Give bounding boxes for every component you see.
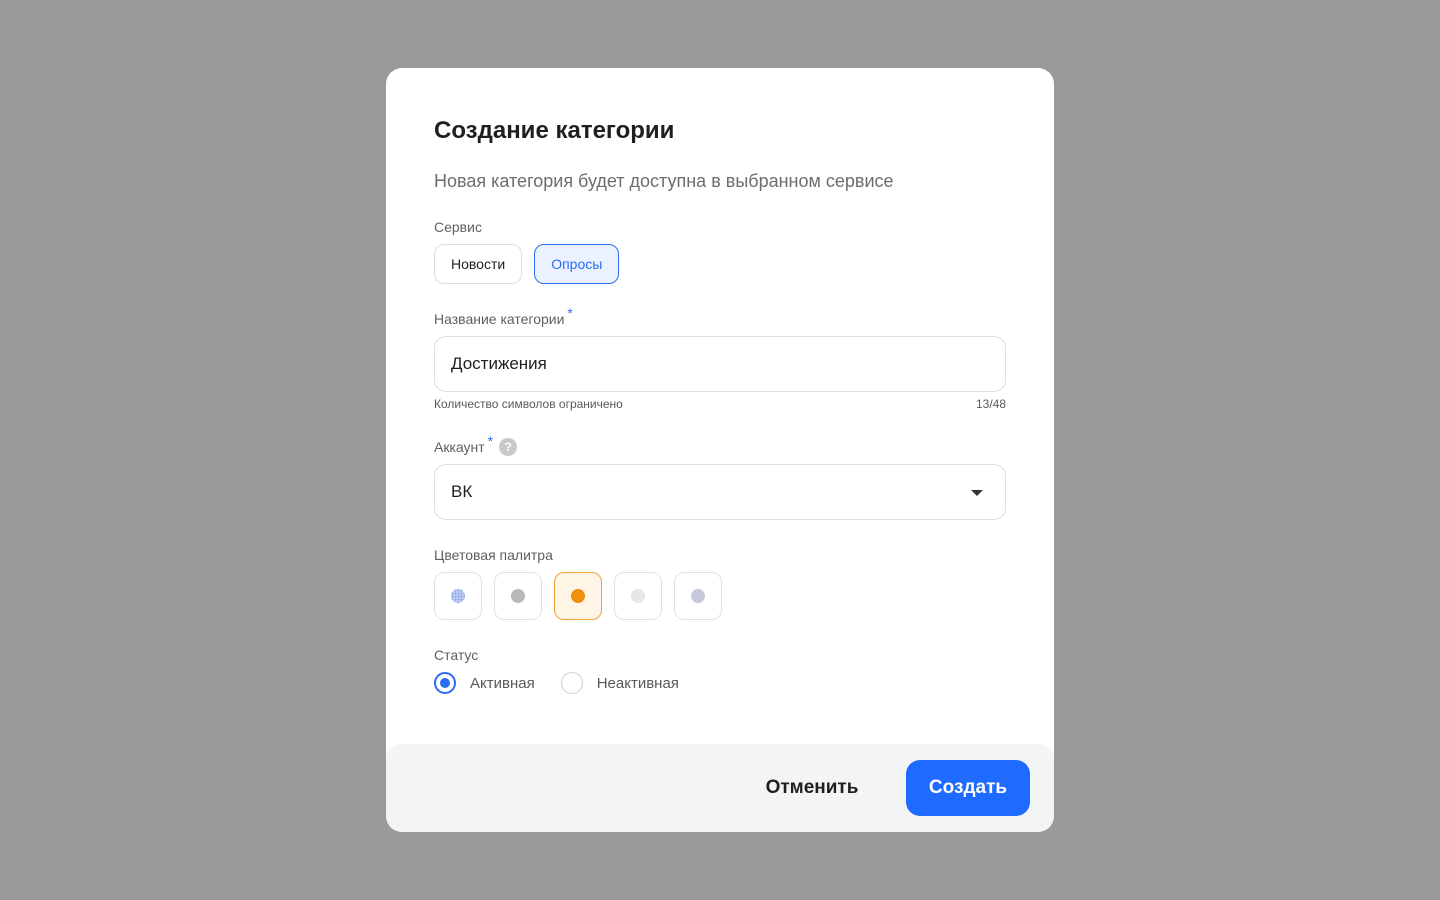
radio-checked-icon — [434, 672, 456, 694]
service-chip-news[interactable]: Новости — [434, 244, 523, 284]
service-chip-polls[interactable]: Опросы — [534, 244, 620, 284]
service-label: Сервис — [434, 219, 482, 235]
account-label-text: Аккаунт — [434, 439, 485, 455]
character-limit-hint: Количество символов ограничено — [434, 397, 623, 411]
create-category-dialog: Создание категории Новая категория будет… — [386, 68, 1054, 832]
palette-label: Цветовая палитра — [434, 547, 553, 563]
category-name-label-text: Название категории — [434, 311, 565, 327]
status-inactive-label: Неактивная — [596, 674, 679, 692]
character-counter: 13/48 — [975, 397, 1006, 411]
dialog-footer: Отменить Создать — [386, 744, 1054, 832]
radio-unchecked-icon — [560, 672, 583, 694]
required-mark: * — [487, 433, 494, 449]
status-radio-inactive[interactable]: Неактивная — [560, 672, 679, 694]
swatch-dot — [571, 589, 585, 603]
color-swatch-lavender[interactable] — [674, 572, 722, 620]
account-label: Аккаунт *? — [434, 433, 518, 457]
color-swatch-light-gray[interactable] — [614, 572, 662, 620]
swatch-dot — [691, 589, 705, 603]
status-active-label: Активная — [470, 674, 535, 692]
color-swatch-blue-pattern[interactable] — [434, 572, 482, 620]
chevron-down-icon — [971, 490, 983, 496]
category-name-input[interactable] — [451, 354, 989, 374]
dialog-title: Создание категории — [434, 117, 675, 144]
swatch-dot — [631, 589, 645, 603]
status-radio-group: Активная Неактивная — [434, 672, 705, 694]
status-label: Статус — [434, 647, 479, 663]
help-icon[interactable]: ? — [499, 438, 518, 457]
category-name-field[interactable] — [434, 336, 1006, 392]
category-name-label: Название категории * — [434, 305, 573, 328]
swatch-dot — [451, 589, 465, 603]
color-swatch-orange[interactable] — [554, 572, 602, 620]
status-radio-active[interactable]: Активная — [434, 672, 535, 694]
color-swatch-gray[interactable] — [494, 572, 542, 620]
cancel-button[interactable]: Отменить — [746, 760, 878, 816]
dialog-subtitle: Новая категория будет доступна в выбранн… — [434, 171, 894, 191]
color-palette — [434, 572, 722, 620]
required-mark: * — [567, 305, 573, 321]
swatch-dot — [511, 589, 525, 603]
account-select[interactable]: ВК — [434, 464, 1006, 520]
account-select-value: ВК — [451, 482, 473, 501]
service-selector: Новости Опросы — [434, 244, 620, 284]
create-button[interactable]: Создать — [906, 760, 1030, 816]
category-name-hint-row: Количество символов ограничено 13/48 — [434, 396, 1006, 412]
